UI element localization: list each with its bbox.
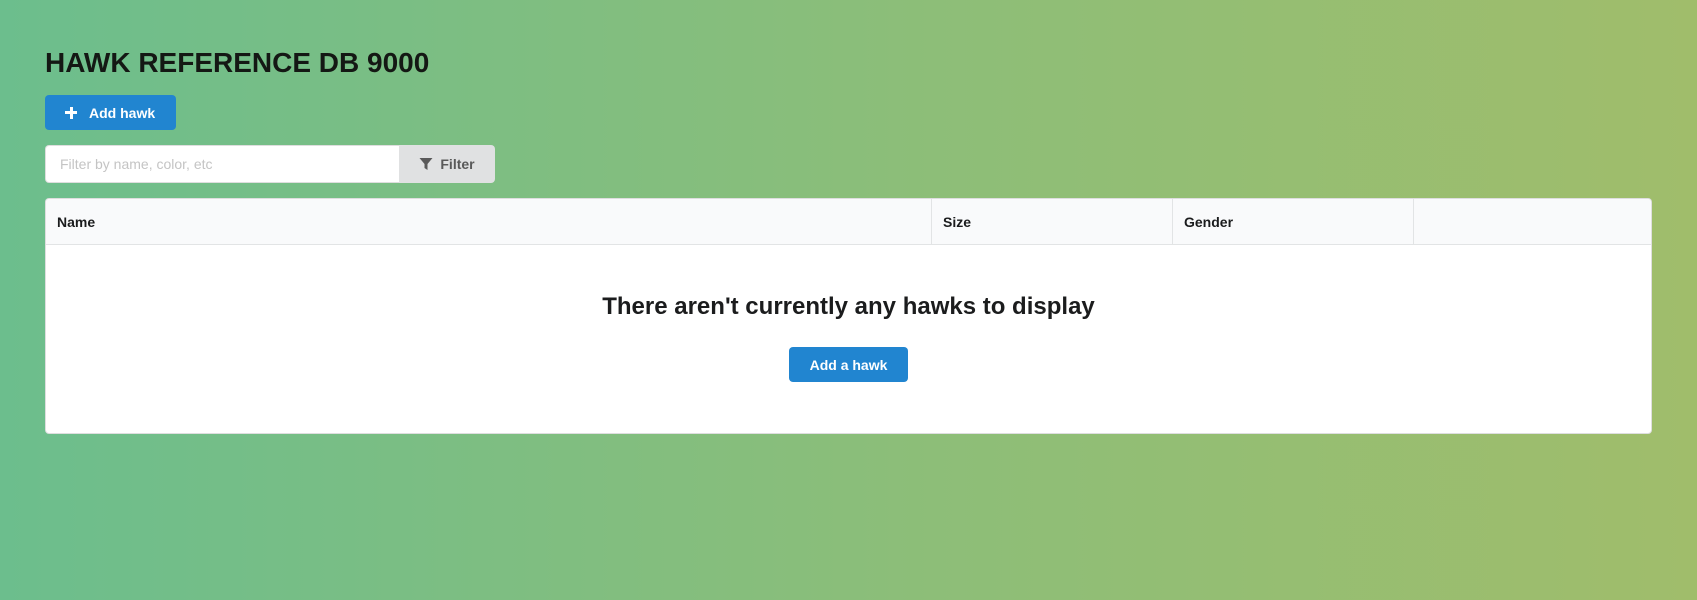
column-header-gender[interactable]: Gender bbox=[1172, 199, 1413, 244]
filter-input[interactable] bbox=[45, 145, 399, 183]
plus-icon bbox=[65, 106, 77, 119]
column-header-name[interactable]: Name bbox=[46, 199, 931, 244]
column-header-actions bbox=[1413, 199, 1651, 244]
add-hawk-button[interactable]: Add hawk bbox=[45, 95, 177, 130]
page-title: HAWK REFERENCE DB 9000 bbox=[45, 47, 430, 78]
table-header: Name Size Gender bbox=[46, 199, 1651, 245]
column-header-size[interactable]: Size bbox=[931, 199, 1172, 244]
filter-button[interactable]: Filter bbox=[399, 145, 495, 183]
add-a-hawk-button[interactable]: Add a hawk bbox=[788, 347, 909, 382]
filter-bar: Filter bbox=[45, 145, 495, 183]
add-hawk-button-label: Add hawk bbox=[89, 104, 156, 121]
hawks-table: Name Size Gender There aren't currently … bbox=[45, 198, 1652, 434]
empty-state: There aren't currently any hawks to disp… bbox=[46, 245, 1651, 382]
page-container: HAWK REFERENCE DB 9000 Add hawk Filter N… bbox=[45, 45, 1652, 434]
empty-state-message: There aren't currently any hawks to disp… bbox=[602, 293, 1095, 320]
filter-button-label: Filter bbox=[440, 156, 475, 172]
filter-icon bbox=[419, 158, 433, 170]
